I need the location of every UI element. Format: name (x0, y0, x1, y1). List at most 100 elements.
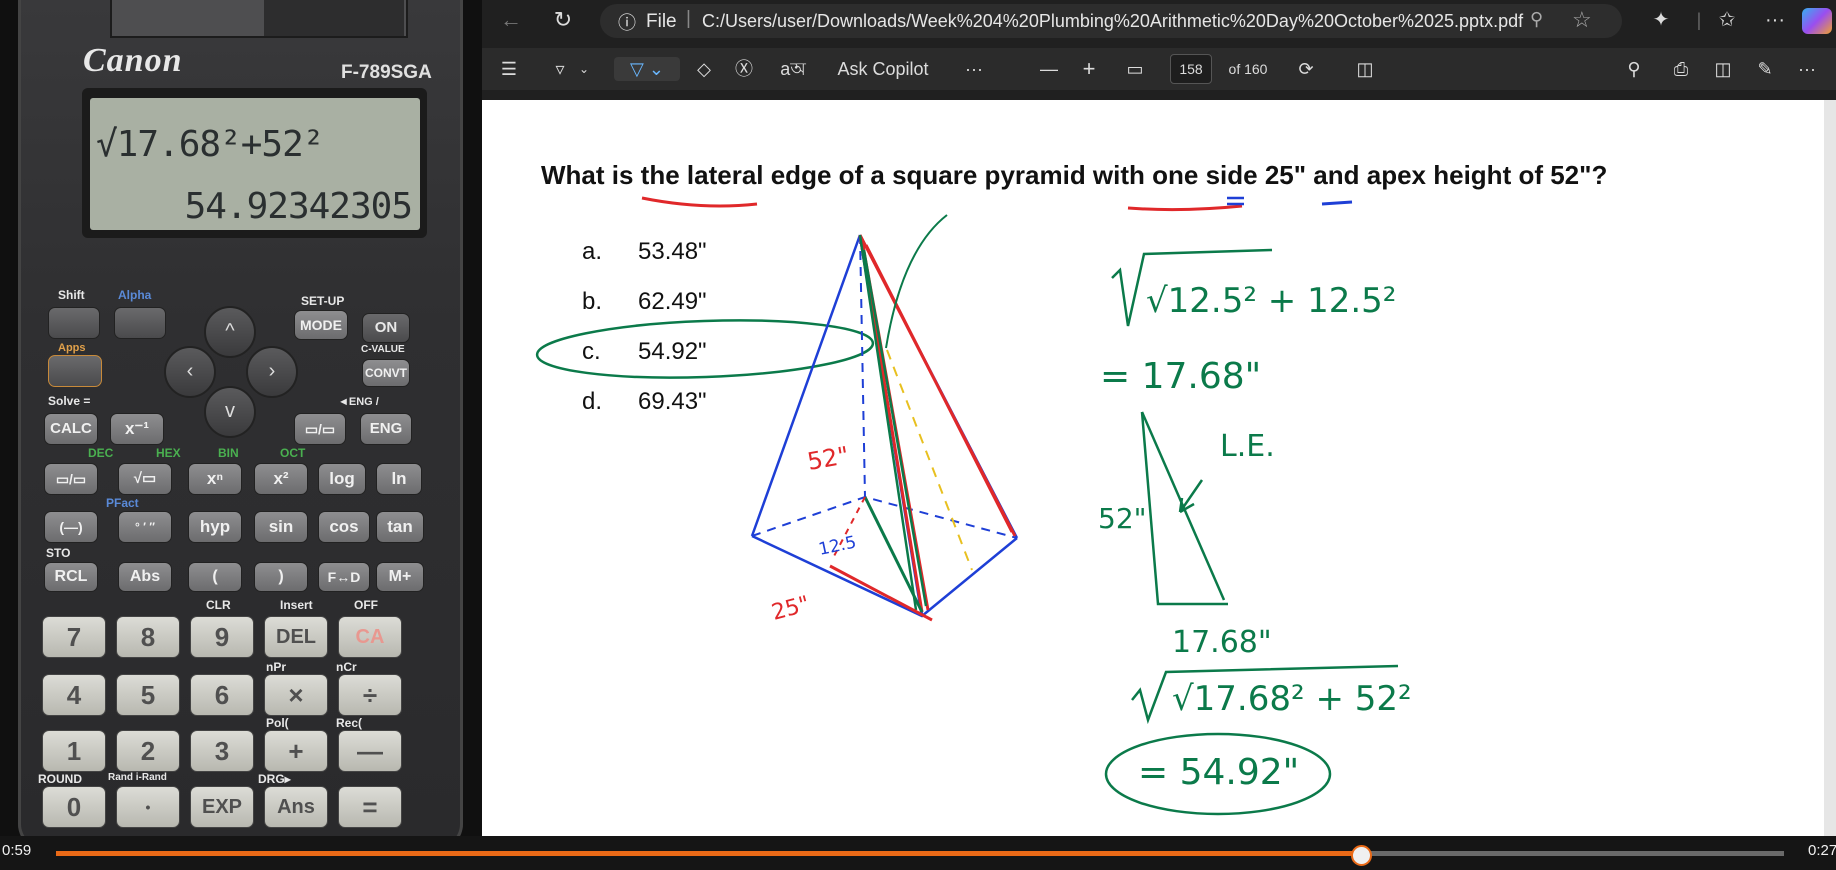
c-value-label: C-VALUE (361, 344, 405, 355)
pdf-viewer-window: ← ↻ ⓘ File | C:/Users/user/Downloads/Wee… (482, 0, 1836, 836)
sin-key[interactable]: sin (254, 511, 308, 543)
save-as-icon[interactable]: ✎ (1752, 57, 1778, 81)
plus-key[interactable]: + (264, 730, 328, 772)
seek-bar-thumb[interactable] (1350, 845, 1372, 866)
f-to-d-key[interactable]: F↔D (318, 562, 370, 592)
times-key[interactable]: × (264, 674, 328, 716)
pdf-page: What is the lateral edge of a square pyr… (482, 100, 1824, 836)
inverse-key[interactable]: x⁻¹ (110, 413, 164, 445)
minus-key[interactable]: — (338, 730, 402, 772)
settings-more-icon[interactable]: ··· (1794, 57, 1820, 81)
divide-key[interactable]: ÷ (338, 674, 402, 716)
rotate-icon[interactable]: ⟳ (1294, 57, 1318, 81)
ncr-label: nCr (336, 660, 357, 674)
page-view-icon[interactable]: ◫ (1352, 57, 1378, 81)
extensions-icon[interactable]: ✦ (1648, 8, 1674, 32)
exp-key[interactable]: EXP (190, 786, 254, 828)
dms-key[interactable]: ° ′ ″ (118, 511, 172, 543)
key-9[interactable]: 9 (190, 616, 254, 658)
save-icon[interactable]: ◫ (1710, 57, 1736, 81)
setup-label: SET-UP (301, 294, 345, 308)
draw-icon[interactable]: ▽ ⌄ (614, 57, 680, 81)
copilot-icon[interactable] (1802, 8, 1832, 34)
text-box-icon[interactable]: Ⓧ (732, 57, 756, 81)
alpha-key[interactable] (114, 307, 166, 339)
erase-icon[interactable]: ◇ (692, 57, 716, 81)
toolbar-more-icon[interactable]: ··· (964, 57, 984, 81)
fraction-key[interactable]: ▭/▭ (294, 413, 346, 445)
left-arrow-key[interactable]: ‹ (164, 346, 216, 398)
read-aloud-icon[interactable]: aঅ (778, 57, 808, 81)
on-key[interactable]: ON (362, 313, 410, 343)
convt-key[interactable]: CONVT (362, 359, 410, 387)
contents-icon[interactable]: ☰ (496, 57, 522, 81)
equals-key[interactable]: = (338, 786, 402, 828)
address-url[interactable]: C:/Users/user/Downloads/Week%204%20Plumb… (702, 11, 1523, 32)
bin-label: BIN (218, 446, 239, 460)
print-icon[interactable]: ⎙ (1668, 57, 1694, 81)
abs-key[interactable]: Abs (118, 562, 172, 592)
cos-key[interactable]: cos (318, 511, 370, 543)
fraction-template-key[interactable]: ▭/▭ (44, 463, 98, 495)
display-result: 54.92342305 (184, 186, 413, 227)
right-arrow-key[interactable]: › (246, 346, 298, 398)
ac-key[interactable]: CA (338, 616, 402, 658)
apps-key[interactable] (48, 355, 102, 387)
key-7[interactable]: 7 (42, 616, 106, 658)
fit-page-icon[interactable]: ▭ (1122, 57, 1148, 81)
zoom-in-button[interactable]: + (1078, 57, 1100, 81)
rcl-key[interactable]: RCL (44, 562, 98, 592)
key-1[interactable]: 1 (42, 730, 106, 772)
key-2[interactable]: 2 (116, 730, 180, 772)
pdf-toolbar: ☰ ▿ ⌄ ▽ ⌄ ◇ Ⓧ aঅ Ask Copilot ··· — + ▭ 1… (482, 48, 1836, 90)
zoom-icon[interactable]: ⚲ (1530, 9, 1543, 30)
pdf-scrollbar[interactable] (1824, 100, 1836, 836)
hyp-key[interactable]: hyp (188, 511, 242, 543)
power-key[interactable]: xⁿ (188, 463, 242, 495)
mode-key[interactable]: MODE (294, 310, 348, 340)
key-6[interactable]: 6 (190, 674, 254, 716)
zoom-out-button[interactable]: — (1038, 57, 1060, 81)
ask-copilot-button[interactable]: Ask Copilot (824, 57, 942, 81)
down-arrow-key[interactable]: v (204, 386, 256, 438)
shift-key[interactable] (48, 307, 100, 339)
seek-bar[interactable] (56, 845, 1784, 866)
ans-key[interactable]: Ans (264, 786, 328, 828)
more-icon[interactable]: ··· (1760, 8, 1790, 32)
sqrt-key[interactable]: √▭ (118, 463, 172, 495)
key-0[interactable]: 0 (42, 786, 106, 828)
key-8[interactable]: 8 (116, 616, 180, 658)
key-3[interactable]: 3 (190, 730, 254, 772)
off-label: OFF (354, 598, 378, 612)
highlight-icon[interactable]: ▿ (548, 57, 572, 81)
key-5[interactable]: 5 (116, 674, 180, 716)
key-4[interactable]: 4 (42, 674, 106, 716)
back-icon[interactable]: ← (496, 8, 526, 32)
eng-key[interactable]: ENG (360, 413, 412, 445)
ln-key[interactable]: ln (376, 463, 422, 495)
negate-key[interactable]: (—) (44, 511, 98, 543)
close-paren-key[interactable]: ) (254, 562, 308, 592)
refresh-icon[interactable]: ↻ (548, 8, 578, 32)
square-key[interactable]: x² (254, 463, 308, 495)
tan-key[interactable]: tan (376, 511, 424, 543)
step1-result: = 17.68" (1100, 356, 1261, 397)
page-number-input[interactable]: 158 (1170, 54, 1212, 84)
answer-circle (535, 319, 875, 379)
log-key[interactable]: log (318, 463, 366, 495)
insert-label: Insert (280, 598, 313, 612)
highlight-dropdown-icon[interactable]: ⌄ (576, 57, 592, 81)
dot-key[interactable]: • (116, 786, 180, 828)
le-label: L.E. (1220, 429, 1275, 464)
favorites-icon[interactable]: ✩ (1712, 8, 1742, 32)
m-plus-key[interactable]: M+ (376, 562, 424, 592)
address-bar[interactable]: ⓘ File | C:/Users/user/Downloads/Week%20… (600, 4, 1622, 38)
favorite-icon[interactable]: ☆ (1572, 7, 1592, 33)
up-arrow-key[interactable]: ^ (204, 306, 256, 358)
search-icon[interactable]: ⚲ (1622, 57, 1646, 81)
del-key[interactable]: DEL (264, 616, 328, 658)
open-paren-key[interactable]: ( (188, 562, 242, 592)
calc-key[interactable]: CALC (44, 413, 98, 445)
seek-bar-played (56, 851, 1361, 856)
info-icon[interactable]: ⓘ (618, 9, 636, 35)
